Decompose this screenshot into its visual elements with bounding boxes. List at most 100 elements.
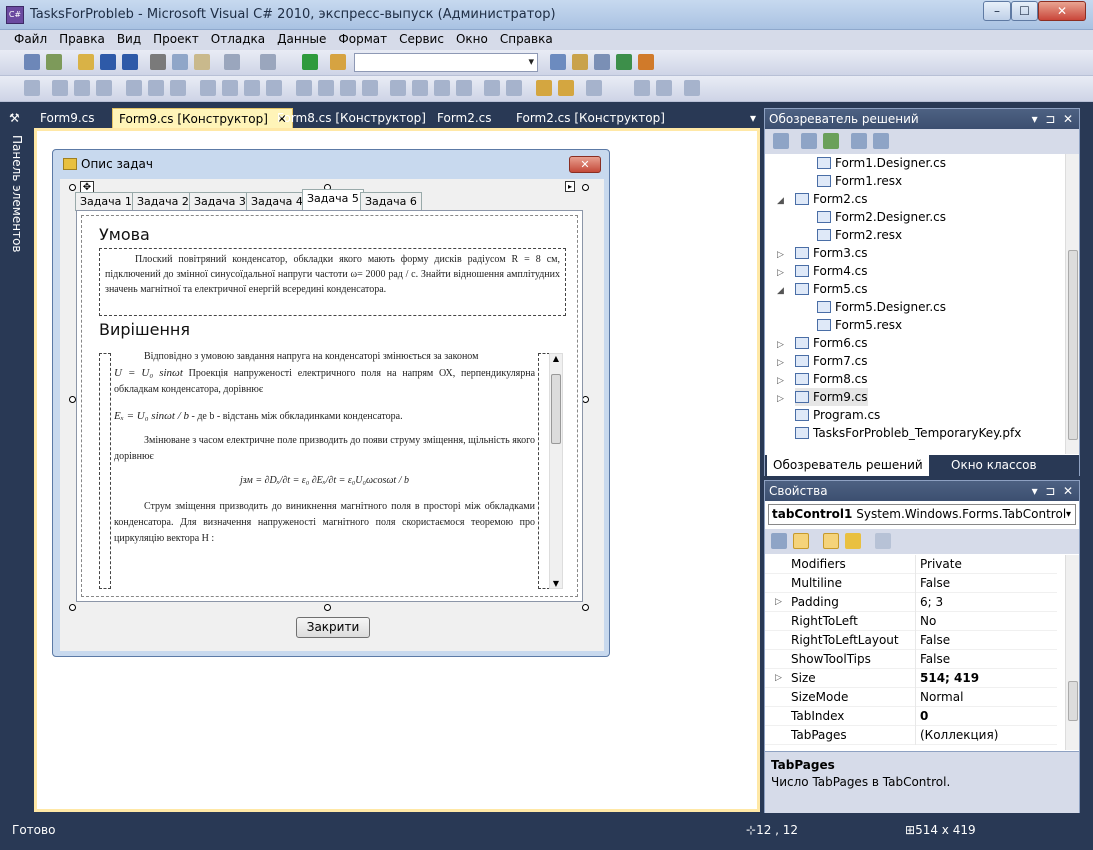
tab-task-5[interactable]: Задача 5 xyxy=(302,189,364,211)
property-row[interactable]: RightToLeft No xyxy=(765,612,1057,631)
tree-scrollbar[interactable] xyxy=(1065,154,1079,454)
align-bottoms-icon[interactable] xyxy=(170,80,186,96)
resize-handle[interactable] xyxy=(69,396,76,403)
tab-form8-designer[interactable]: Form8.cs [Конструктор] xyxy=(271,108,432,128)
properties-view-icon[interactable] xyxy=(823,533,839,549)
alphabetical-icon[interactable] xyxy=(793,533,809,549)
solution-item[interactable]: Form2.resx xyxy=(817,226,902,244)
maximize-button[interactable]: ☐ xyxy=(1011,1,1038,21)
menu-debug[interactable]: Отладка xyxy=(205,30,271,48)
solution-item[interactable]: ▷ Form7.cs xyxy=(777,352,868,370)
property-value[interactable]: Normal xyxy=(920,688,963,707)
tools-icon[interactable] xyxy=(594,54,610,70)
expander-icon[interactable]: ▷ xyxy=(777,246,789,264)
find-combo[interactable] xyxy=(354,53,538,72)
property-row[interactable]: Modifiers Private xyxy=(765,555,1057,574)
events-icon[interactable] xyxy=(845,533,861,549)
close-window-button[interactable]: ✕ xyxy=(1038,1,1086,21)
menu-window[interactable]: Окно xyxy=(450,30,494,48)
find-icon[interactable] xyxy=(550,54,566,70)
scroll-down-icon[interactable]: ▼ xyxy=(550,579,562,588)
vspacing-equal-icon[interactable] xyxy=(390,80,406,96)
new-project-icon[interactable] xyxy=(24,54,40,70)
expander-icon[interactable]: ▷ xyxy=(777,390,789,408)
resize-handle[interactable] xyxy=(582,604,589,611)
start-debugging-icon[interactable] xyxy=(302,54,318,70)
toolbox-tab[interactable]: Панель элементов xyxy=(6,135,24,335)
send-to-back-icon[interactable] xyxy=(558,80,574,96)
pane-buttons[interactable]: ▾ ⊐ ✕ xyxy=(1032,109,1073,129)
property-row[interactable]: ShowToolTips False xyxy=(765,650,1057,669)
align-lefts-icon[interactable] xyxy=(52,80,68,96)
tab-task-3[interactable]: Задача 3 xyxy=(189,192,251,211)
hspacing-decrease-icon[interactable] xyxy=(340,80,356,96)
extensions-icon[interactable] xyxy=(638,54,654,70)
menu-project[interactable]: Проект xyxy=(147,30,205,48)
designed-form[interactable]: Опис задач ✕ ✥ ▸ Задача 1 Задача 2 Задач… xyxy=(52,149,610,657)
solution-item[interactable]: ▷ Form8.cs xyxy=(777,370,868,388)
add-item-icon[interactable] xyxy=(46,54,62,70)
solution-scrollbar[interactable]: ▲ ▼ xyxy=(549,353,563,589)
hspacing-increase-icon[interactable] xyxy=(318,80,334,96)
property-value[interactable]: 514; 419 xyxy=(920,669,979,688)
property-row[interactable]: ▷ Padding 6; 3 xyxy=(765,593,1057,612)
tab-form9-code[interactable]: Form9.cs xyxy=(34,108,101,128)
property-scrollbar[interactable] xyxy=(1065,555,1079,750)
tab-form2-designer[interactable]: Form2.cs [Конструктор] xyxy=(510,108,671,128)
menu-data[interactable]: Данные xyxy=(271,30,332,48)
toolbox-icon[interactable] xyxy=(616,54,632,70)
solution-item[interactable]: ◢ Form5.cs xyxy=(777,280,868,298)
property-value[interactable]: False xyxy=(920,574,950,593)
menu-view[interactable]: Вид xyxy=(111,30,147,48)
tab-task-1[interactable]: Задача 1 xyxy=(75,192,137,211)
delete-icon[interactable] xyxy=(684,80,700,96)
bring-to-front-icon[interactable] xyxy=(536,80,552,96)
expander-icon[interactable]: ▷ xyxy=(777,372,789,390)
size-to-grid-icon[interactable] xyxy=(222,80,238,96)
properties-icon[interactable] xyxy=(773,133,789,149)
solution-item[interactable]: ◢ Form2.cs xyxy=(777,190,868,208)
minimize-button[interactable]: – xyxy=(983,1,1011,21)
solution-item[interactable]: ▷ Form9.cs xyxy=(777,388,868,406)
solution-item[interactable]: ▷ Form4.cs xyxy=(777,262,868,280)
property-row[interactable]: ▷ Size 514; 419 xyxy=(765,669,1057,688)
categorized-icon[interactable] xyxy=(771,533,787,549)
resize-handle[interactable] xyxy=(69,604,76,611)
vspacing-remove-icon[interactable] xyxy=(456,80,472,96)
make-same-height-icon[interactable] xyxy=(244,80,260,96)
align-to-grid-icon[interactable] xyxy=(24,80,40,96)
solution-item[interactable]: ▷ Form6.cs xyxy=(777,334,868,352)
property-row[interactable]: Multiline False xyxy=(765,574,1057,593)
redo-icon[interactable] xyxy=(260,54,276,70)
solution-richtext[interactable]: Відповідно з умовою завдання напруга на … xyxy=(114,349,535,589)
solution-item[interactable]: Form5.resx xyxy=(817,316,902,334)
paste-icon[interactable] xyxy=(194,54,210,70)
view-code-icon[interactable] xyxy=(851,133,867,149)
property-value[interactable]: 6; 3 xyxy=(920,593,943,612)
lock-controls-icon[interactable] xyxy=(634,80,650,96)
solution-item[interactable]: TasksForProbleb_TemporaryKey.pfx xyxy=(795,424,1021,442)
tab-form2-code[interactable]: Form2.cs xyxy=(431,108,498,128)
expander-icon[interactable]: ▷ xyxy=(775,593,782,612)
condition-textbox[interactable]: Плоский повітряний конденсатор, обкладки… xyxy=(99,248,566,316)
solution-item[interactable]: Form1.Designer.cs xyxy=(817,154,946,172)
format-icon[interactable] xyxy=(656,80,672,96)
expander-icon[interactable]: ◢ xyxy=(777,192,789,210)
resize-handle[interactable] xyxy=(582,396,589,403)
find-in-files-icon[interactable] xyxy=(330,54,346,70)
open-icon[interactable] xyxy=(78,54,94,70)
property-row[interactable]: SizeMode Normal xyxy=(765,688,1057,707)
menu-file[interactable]: Файл xyxy=(8,30,53,48)
solution-item[interactable]: Form2.Designer.cs xyxy=(817,208,946,226)
align-centers-icon[interactable] xyxy=(74,80,90,96)
resize-handle[interactable] xyxy=(324,604,331,611)
copy-icon[interactable] xyxy=(172,54,188,70)
make-same-width-icon[interactable] xyxy=(200,80,216,96)
object-selector[interactable]: tabControl1 System.Windows.Forms.TabCont… xyxy=(768,504,1076,525)
property-row[interactable]: TabIndex 0 xyxy=(765,707,1057,726)
close-form-button[interactable]: Закрити xyxy=(296,617,370,638)
tab-order-icon[interactable] xyxy=(586,80,602,96)
expander-icon[interactable]: ▷ xyxy=(775,669,782,688)
vspacing-decrease-icon[interactable] xyxy=(434,80,450,96)
tab-task-4[interactable]: Задача 4 xyxy=(246,192,308,211)
